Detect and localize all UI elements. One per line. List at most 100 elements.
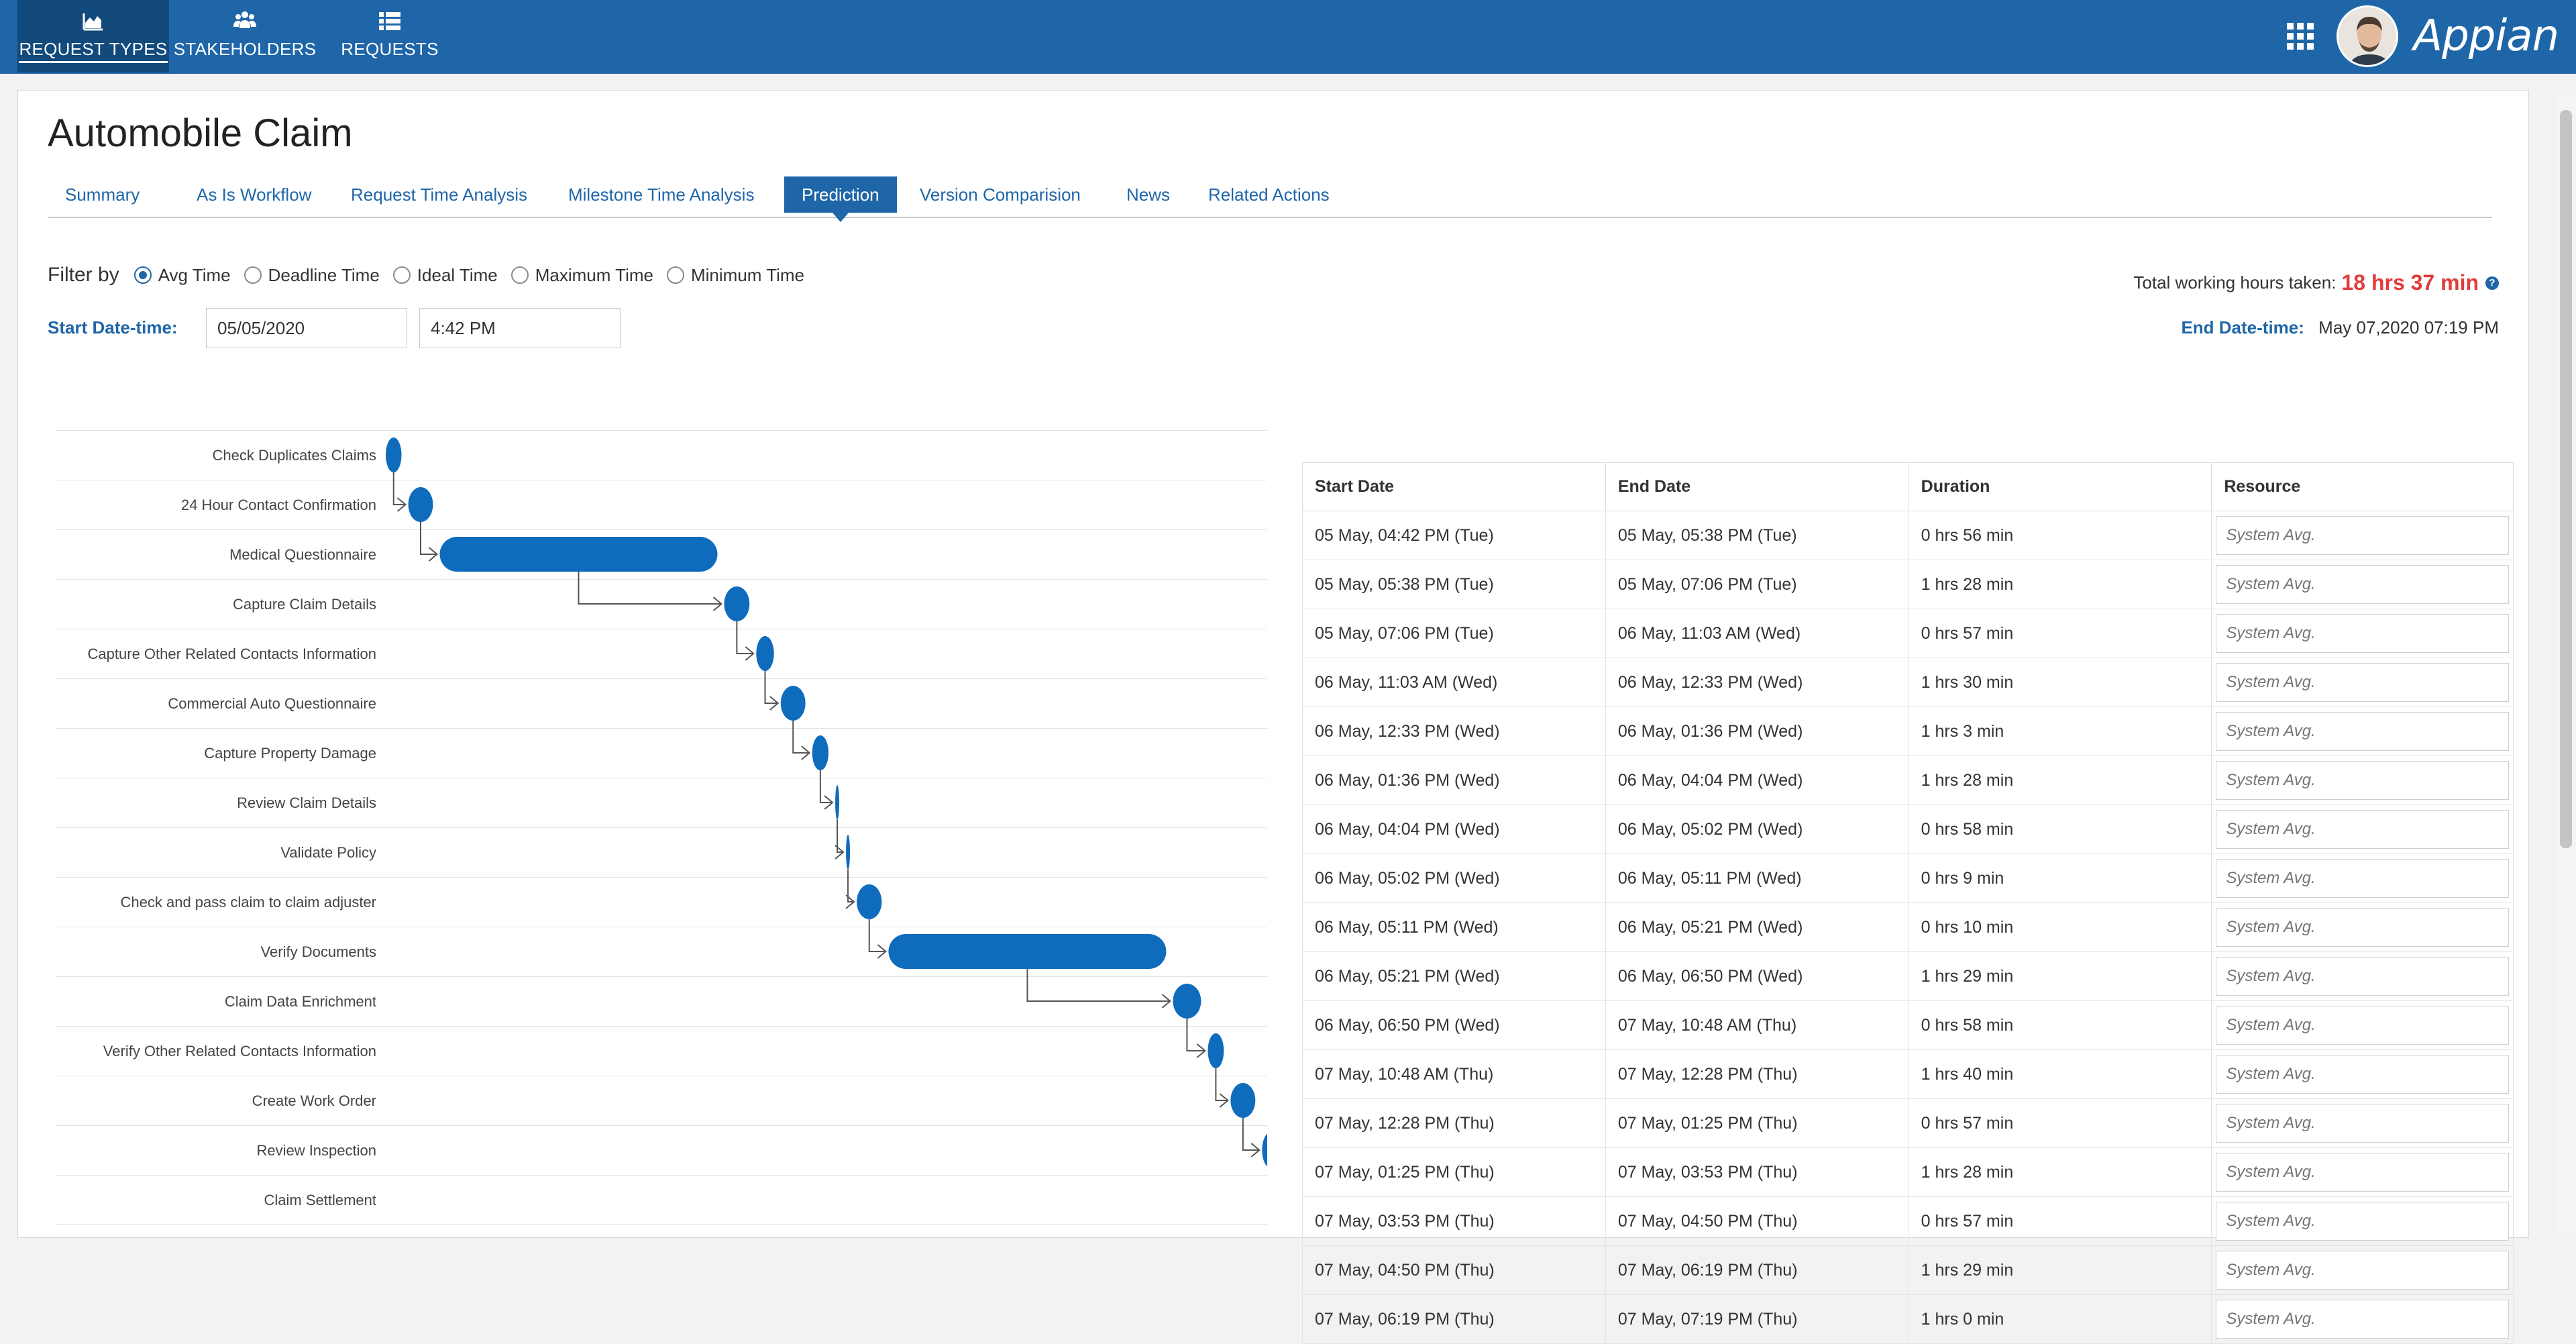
- end-date-cell: 07 May, 03:53 PM (Thu): [1605, 1147, 1909, 1197]
- end-date-cell: 06 May, 01:36 PM (Wed): [1605, 707, 1909, 756]
- nav-label: STAKEHOLDERS: [173, 39, 317, 59]
- table-row: 07 May, 04:50 PM (Thu) 07 May, 06:19 PM (…: [1302, 1245, 2514, 1295]
- resource-input[interactable]: [2216, 810, 2509, 849]
- table-body: 05 May, 04:42 PM (Tue) 05 May, 05:38 PM (…: [1302, 511, 2514, 1344]
- resource-cell: [2211, 854, 2514, 903]
- tab-version-comparision[interactable]: Version Comparision: [902, 176, 1098, 213]
- resource-cell: [2211, 805, 2514, 854]
- start-date-cell: 07 May, 01:25 PM (Thu): [1302, 1147, 1606, 1197]
- start-date-cell: 07 May, 10:48 AM (Thu): [1302, 1049, 1606, 1099]
- gantt-task-label: Verify Documents: [260, 943, 376, 960]
- tab-related-actions[interactable]: Related Actions: [1191, 176, 1347, 213]
- radio-deadline-time[interactable]: Deadline Time: [244, 265, 380, 286]
- gantt-connector: [1270, 1168, 1282, 1200]
- resource-cell: [2211, 902, 2514, 952]
- resource-input[interactable]: [2216, 1055, 2509, 1094]
- end-date-cell: 07 May, 06:19 PM (Thu): [1605, 1245, 1909, 1295]
- resource-input[interactable]: [2216, 1006, 2509, 1045]
- start-date-input[interactable]: [206, 308, 407, 348]
- resource-cell: [2211, 1196, 2514, 1246]
- radio-dot: [244, 266, 262, 284]
- resource-input[interactable]: [2216, 663, 2509, 702]
- table-row: 07 May, 01:25 PM (Thu) 07 May, 03:53 PM (…: [1302, 1147, 2514, 1197]
- resource-input[interactable]: [2216, 712, 2509, 751]
- total-label: Total working hours taken:: [2133, 272, 2337, 293]
- start-date-cell: 07 May, 04:50 PM (Thu): [1302, 1245, 1606, 1295]
- tab-news[interactable]: News: [1109, 176, 1187, 213]
- start-date-cell: 05 May, 04:42 PM (Tue): [1302, 511, 1606, 560]
- filter-group: Filter by Avg Time Deadline Time Ideal T…: [48, 264, 818, 287]
- users-icon: [233, 11, 256, 28]
- table-row: 06 May, 06:50 PM (Wed) 07 May, 10:48 AM (…: [1302, 1000, 2514, 1050]
- end-date-cell: 07 May, 10:48 AM (Thu): [1605, 1000, 1909, 1050]
- tab-milestone-time-analysis[interactable]: Milestone Time Analysis: [551, 176, 771, 213]
- start-date-cell: 07 May, 03:53 PM (Thu): [1302, 1196, 1606, 1246]
- end-datetime: End Date-time: May 07,2020 07:19 PM: [2181, 317, 2499, 338]
- gantt-row: Capture Other Related Contacts Informati…: [56, 629, 1267, 678]
- duration-cell: 1 hrs 30 min: [1908, 658, 2212, 707]
- gantt-task-label: Capture Claim Details: [233, 596, 376, 613]
- gantt-task-label: Claim Data Enrichment: [224, 993, 376, 1010]
- resource-input[interactable]: [2216, 908, 2509, 947]
- resource-cell: [2211, 1294, 2514, 1344]
- table-row: 06 May, 05:11 PM (Wed) 06 May, 05:21 PM (…: [1302, 902, 2514, 952]
- radio-avg-time[interactable]: Avg Time: [133, 264, 231, 286]
- radio-maximum-time[interactable]: Maximum Time: [511, 265, 653, 286]
- resource-input[interactable]: [2216, 565, 2509, 604]
- radio-label: Avg Time: [158, 264, 231, 285]
- table-row: 07 May, 10:48 AM (Thu) 07 May, 12:28 PM (…: [1302, 1049, 2514, 1099]
- page-title: Automobile Claim: [48, 111, 353, 155]
- end-date-cell: 05 May, 05:38 PM (Tue): [1605, 511, 1909, 560]
- resource-input[interactable]: [2216, 1202, 2509, 1241]
- start-time-input[interactable]: [419, 308, 621, 348]
- radio-minimum-time[interactable]: Minimum Time: [667, 265, 804, 286]
- start-date-cell: 06 May, 05:02 PM (Wed): [1302, 854, 1606, 903]
- tab-bar: Summary As Is Workflow Request Time Anal…: [48, 176, 2492, 222]
- resource-cell: [2211, 511, 2514, 560]
- resource-input[interactable]: [2216, 614, 2509, 653]
- gantt-task-label: Validate Policy: [280, 844, 376, 861]
- radio-ideal-time[interactable]: Ideal Time: [392, 265, 498, 286]
- duration-cell: 0 hrs 58 min: [1908, 1000, 2212, 1050]
- resource-cell: [2211, 707, 2514, 756]
- header-end-date: End Date: [1605, 462, 1909, 511]
- nav-label: REQUEST TYPES: [19, 39, 168, 63]
- duration-cell: 0 hrs 57 min: [1908, 1196, 2212, 1246]
- list-icon: [379, 12, 400, 30]
- nav-stakeholders[interactable]: STAKEHOLDERS: [173, 0, 317, 72]
- start-date-cell: 06 May, 05:11 PM (Wed): [1302, 902, 1606, 952]
- resource-cell: [2211, 756, 2514, 805]
- tab-summary[interactable]: Summary: [48, 176, 157, 213]
- resource-input[interactable]: [2216, 1251, 2509, 1290]
- resource-input[interactable]: [2216, 1153, 2509, 1192]
- avatar[interactable]: [2337, 5, 2399, 67]
- end-date-cell: 05 May, 07:06 PM (Tue): [1605, 560, 1909, 609]
- scrollbar-thumb[interactable]: [2560, 110, 2572, 848]
- resource-input[interactable]: [2216, 1300, 2509, 1339]
- duration-cell: 1 hrs 0 min: [1908, 1294, 2212, 1344]
- gantt-row: Capture Property Damage: [56, 728, 1267, 778]
- start-datetime-label: Start Date-time:: [48, 317, 178, 338]
- gantt-row: Create Work Order: [56, 1076, 1267, 1125]
- resource-input[interactable]: [2216, 516, 2509, 555]
- table-row: 06 May, 05:21 PM (Wed) 06 May, 06:50 PM (…: [1302, 951, 2514, 1001]
- resource-input[interactable]: [2216, 859, 2509, 898]
- table-row: 06 May, 04:04 PM (Wed) 06 May, 05:02 PM (…: [1302, 805, 2514, 854]
- resource-cell: [2211, 658, 2514, 707]
- help-icon[interactable]: ?: [2485, 276, 2499, 290]
- tab-request-time-analysis[interactable]: Request Time Analysis: [333, 176, 545, 213]
- apps-grid-icon[interactable]: [2287, 23, 2314, 50]
- table-row: 06 May, 01:36 PM (Wed) 06 May, 04:04 PM (…: [1302, 756, 2514, 805]
- page-scrollbar[interactable]: [2556, 90, 2576, 1238]
- nav-request-types[interactable]: REQUEST TYPES: [17, 0, 169, 72]
- duration-cell: 0 hrs 57 min: [1908, 1098, 2212, 1148]
- filter-label: Filter by: [48, 264, 119, 286]
- resource-input[interactable]: [2216, 957, 2509, 996]
- duration-cell: 1 hrs 3 min: [1908, 707, 2212, 756]
- resource-input[interactable]: [2216, 761, 2509, 800]
- tab-as-is-workflow[interactable]: As Is Workflow: [179, 176, 329, 213]
- nav-requests[interactable]: REQUESTS: [334, 0, 445, 72]
- duration-cell: 0 hrs 10 min: [1908, 902, 2212, 952]
- tab-prediction[interactable]: Prediction: [784, 176, 897, 222]
- resource-input[interactable]: [2216, 1104, 2509, 1143]
